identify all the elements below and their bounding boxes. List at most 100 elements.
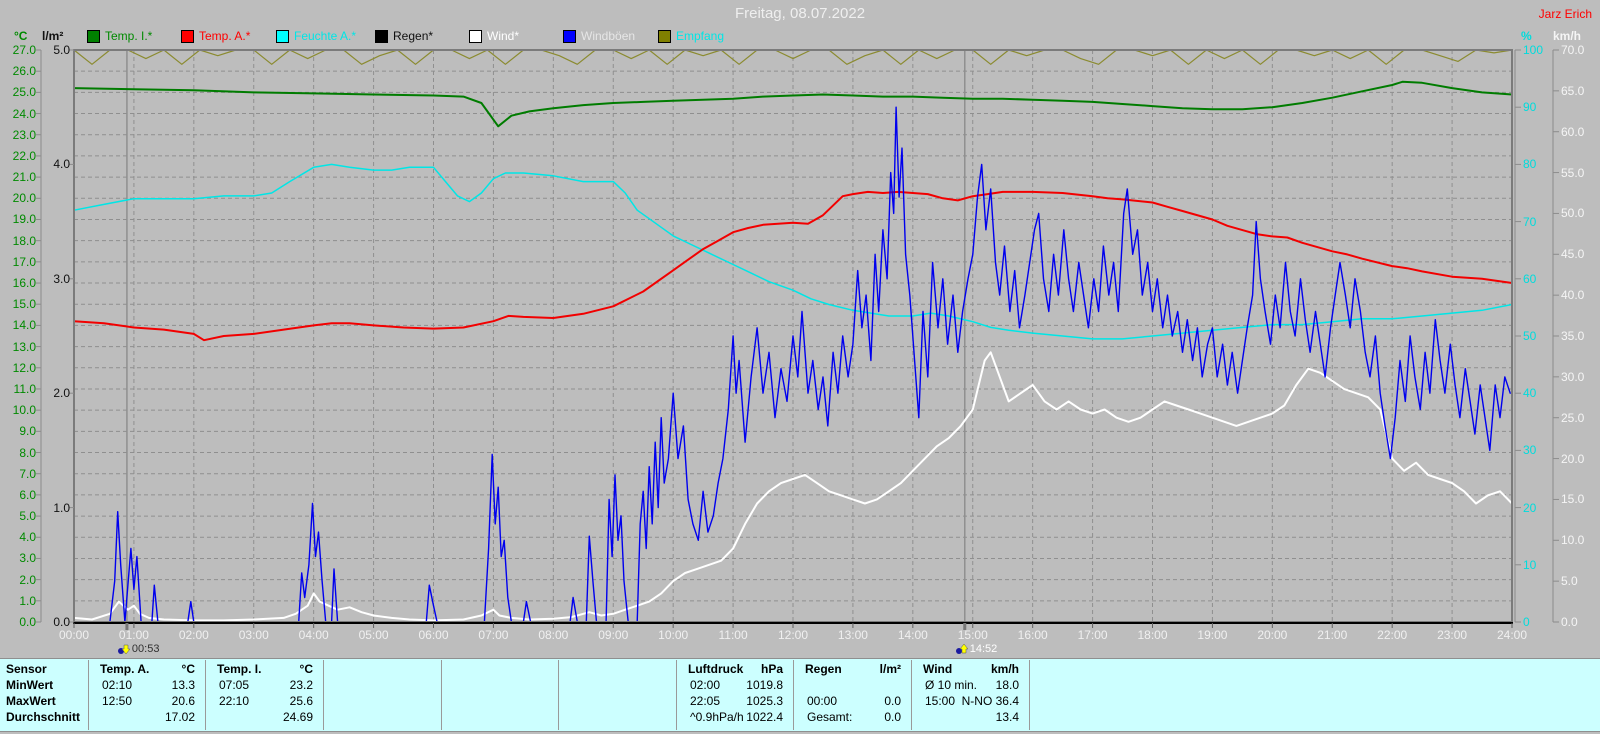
axis-tick-kmh: 25.0: [1561, 410, 1585, 425]
axis-tick-pct: 0: [1523, 615, 1530, 629]
axis-tick-lm2: 2.0: [53, 386, 70, 401]
axis-tick-pct: 100: [1523, 43, 1544, 57]
table-cell-value: 13.4: [995, 710, 1019, 724]
x-axis-tick: 04:00: [298, 628, 329, 642]
table-cell-value: 18.0: [995, 678, 1019, 692]
axis-tick-c: 18.0: [12, 233, 36, 248]
axis-tick-c: 10.0: [12, 403, 36, 418]
x-axis-tick: 11:00: [718, 628, 748, 642]
axis-tick-lm2: 4.0: [53, 157, 70, 172]
axis-tick-c: 19.0: [12, 212, 36, 227]
x-axis-tick: 19:00: [1197, 628, 1228, 642]
axis-tick-c: 25.0: [12, 85, 36, 100]
table-column-divider: [793, 660, 794, 730]
table-sensor-unit: km/h: [990, 662, 1019, 676]
axis-tick-c: 17.0: [12, 254, 36, 269]
table-cell-value: 1019.8: [746, 678, 783, 692]
axis-tick-c: 22.0: [12, 148, 36, 163]
axis-tick-c: 24.0: [12, 106, 36, 121]
table-row-label: MaxWert: [6, 694, 56, 708]
axis-tick-pct: 90: [1523, 100, 1537, 115]
x-axis-tick: 10:00: [658, 628, 689, 642]
axis-tick-c: 4.0: [19, 530, 36, 545]
x-axis-tick: 23:00: [1437, 628, 1468, 642]
axis-tick-c: 12.0: [12, 360, 36, 375]
axis-tick-c: 20.0: [12, 191, 36, 206]
x-axis-tick: 02:00: [178, 628, 209, 642]
stats-table: Sensor MinWert MaxWert Durchschnitt Temp. A.…: [0, 658, 1600, 732]
sun-marker: 00:53: [117, 643, 159, 655]
series-windboeen: [73, 106, 1511, 623]
table-column-divider: [441, 660, 442, 730]
x-axis-tick: 09:00: [598, 628, 629, 642]
x-axis-tick: 08:00: [538, 628, 569, 642]
table-column-divider: [911, 660, 912, 730]
table-column-divider: [205, 660, 206, 730]
x-axis-tick: 21:00: [1317, 628, 1348, 642]
axis-tick-pct: 10: [1523, 557, 1537, 572]
table-cell-value: 1022.4: [746, 710, 783, 724]
axis-tick-kmh: 35.0: [1561, 329, 1585, 343]
axis-tick-pct: 70: [1523, 214, 1537, 229]
axis-tick-c: 8.0: [19, 445, 36, 460]
axis-tick-lm2: 0.0: [53, 615, 70, 629]
axis-tick-kmh: 45.0: [1561, 247, 1585, 262]
x-axis-tick: 00:00: [58, 628, 90, 642]
axis-tick-kmh: 0.0: [1561, 615, 1578, 629]
x-axis-tick: 15:00: [957, 628, 988, 642]
axis-tick-c: 11.0: [13, 381, 36, 396]
weather-chart: [36, 49, 1559, 630]
table-cell-value: 20.6: [171, 694, 195, 708]
axis-tick-c: 13.0: [12, 339, 36, 354]
axis-tick-pct: 20: [1523, 500, 1537, 515]
table-cell-value: 0.0: [884, 694, 901, 708]
table-sensor-name: Temp. I.: [217, 662, 262, 676]
x-axis-tick: 16:00: [1017, 628, 1048, 642]
axis-tick-c: 6.0: [19, 487, 36, 502]
axis-tick-pct: 80: [1523, 157, 1537, 172]
axis-tick-kmh: 65.0: [1561, 83, 1585, 98]
weather-station-window: Freitag, 08.07.2022 Jarz Erich °C l/m² %…: [0, 0, 1600, 734]
table-cell-value: 13.3: [171, 678, 195, 692]
table-row-label: MinWert: [6, 678, 54, 692]
table-cell-value: 25.6: [289, 694, 313, 708]
x-axis-tick: 17:00: [1077, 628, 1108, 642]
axis-tick-pct: 50: [1523, 329, 1537, 343]
table-cell-value: N-NO 36.4: [961, 694, 1019, 708]
table-sensor-unit: l/m²: [879, 662, 901, 676]
axis-tick-kmh: 15.0: [1561, 492, 1585, 507]
axis-tick-kmh: 60.0: [1561, 124, 1585, 139]
axis-tick-c: 23.0: [12, 127, 36, 142]
axis-tick-pct: 30: [1523, 443, 1537, 458]
x-axis-tick: 06:00: [418, 628, 449, 642]
axis-tick-c: 27.0: [12, 43, 36, 57]
x-axis-tick: 22:00: [1377, 628, 1408, 642]
table-sensor-unit: °C: [299, 662, 313, 676]
axis-tick-c: 16.0: [12, 276, 36, 291]
axis-tick-c: 3.0: [19, 551, 36, 566]
table-column-divider: [323, 660, 324, 730]
sun-marker: 14:52: [955, 643, 997, 655]
x-axis-tick: 05:00: [358, 628, 389, 642]
table-column-divider: [1029, 660, 1030, 730]
sun-down-icon: [117, 644, 130, 655]
axis-tick-pct: 40: [1523, 386, 1537, 401]
axis-tick-c: 21.0: [12, 170, 36, 185]
x-axis-tick: 13:00: [837, 628, 868, 642]
table-column-divider: [88, 660, 89, 730]
axis-tick-c: 26.0: [12, 64, 36, 79]
axis-tick-c: 2.0: [19, 572, 36, 587]
axis-tick-c: 15.0: [12, 297, 36, 312]
table-sensor-name: Regen: [805, 662, 842, 676]
axis-tick-kmh: 40.0: [1561, 288, 1585, 303]
x-axis-tick: 24:00: [1496, 628, 1528, 642]
axis-tick-lm2: 5.0: [53, 43, 70, 57]
table-row-label: Sensor: [6, 662, 47, 676]
sun-up-icon: [955, 643, 968, 654]
axis-tick-kmh: 20.0: [1561, 451, 1585, 466]
table-cell-value: 24.69: [282, 710, 313, 724]
axis-tick-kmh: 50.0: [1561, 206, 1585, 221]
x-axis-tick: 18:00: [1137, 628, 1168, 642]
axis-tick-lm2: 1.0: [53, 500, 70, 515]
axis-tick-pct: 60: [1523, 271, 1537, 286]
